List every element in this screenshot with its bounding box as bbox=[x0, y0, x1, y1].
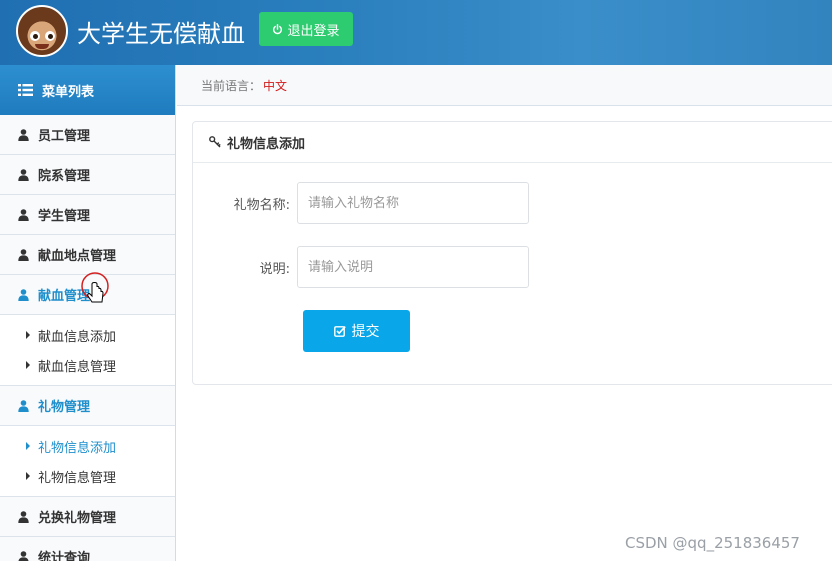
user-icon bbox=[18, 288, 29, 301]
app-title: 大学生无偿献血 bbox=[77, 20, 245, 48]
donation-submenu: 献血信息添加 献血信息管理 bbox=[0, 315, 175, 386]
user-icon bbox=[18, 168, 29, 181]
check-square-icon bbox=[333, 326, 346, 337]
power-icon bbox=[273, 23, 283, 34]
submenu-item-donation-add[interactable]: 献血信息添加 bbox=[0, 320, 175, 350]
sidebar-item-gift[interactable]: 礼物管理 bbox=[0, 386, 175, 426]
sidebar-item-label: 统计查询 bbox=[38, 551, 91, 561]
submenu-item-gift-manage[interactable]: 礼物信息管理 bbox=[0, 461, 175, 491]
sidebar-item-statistics[interactable]: 统计查询 bbox=[0, 537, 175, 561]
caret-right-icon bbox=[26, 442, 30, 450]
sidebar-item-staff[interactable]: 员工管理 bbox=[0, 115, 175, 155]
gift-name-label: 礼物名称: bbox=[233, 197, 290, 213]
sidebar-item-student[interactable]: 学生管理 bbox=[0, 195, 175, 235]
caret-right-icon bbox=[26, 361, 30, 369]
user-icon bbox=[18, 128, 29, 141]
sidebar-item-label: 礼物管理 bbox=[38, 400, 91, 415]
watermark: CSDN @qq_251836457 bbox=[625, 534, 800, 552]
logout-label: 退出登录 bbox=[287, 23, 340, 39]
submenu-item-label: 献血信息管理 bbox=[38, 359, 117, 375]
sidebar-title: 菜单列表 bbox=[42, 84, 95, 100]
sidebar-item-department[interactable]: 院系管理 bbox=[0, 155, 175, 195]
caret-right-icon bbox=[26, 331, 30, 339]
user-icon bbox=[18, 248, 29, 261]
user-icon bbox=[18, 399, 29, 412]
gift-add-panel: 礼物信息添加 礼物名称: 说明: 提交 bbox=[192, 121, 832, 385]
user-icon bbox=[18, 550, 29, 561]
submenu-item-label: 礼物信息添加 bbox=[38, 440, 117, 456]
sidebar-header: 菜单列表 bbox=[0, 65, 175, 115]
user-icon bbox=[18, 510, 29, 523]
description-row: 说明: bbox=[193, 246, 529, 288]
submenu-item-gift-add[interactable]: 礼物信息添加 bbox=[0, 431, 175, 461]
sidebar-item-exchange[interactable]: 兑换礼物管理 bbox=[0, 497, 175, 537]
gift-name-row: 礼物名称: bbox=[193, 182, 529, 224]
current-language: 中文 bbox=[263, 78, 288, 93]
app-header: 大学生无偿献血 退出登录 bbox=[0, 0, 832, 65]
sidebar-item-label: 献血地点管理 bbox=[38, 249, 117, 264]
submit-button[interactable]: 提交 bbox=[303, 310, 410, 352]
description-label: 说明: bbox=[259, 261, 290, 277]
hand-cursor-icon bbox=[81, 272, 109, 303]
sidebar: 菜单列表 员工管理 院系管理 学生管理 献血地点管理 献血管理 献血信息添加 献… bbox=[0, 65, 176, 561]
panel-header: 礼物信息添加 bbox=[193, 122, 832, 163]
list-icon bbox=[18, 84, 33, 96]
description-input[interactable] bbox=[297, 246, 529, 288]
breadcrumb-prefix: 当前语言： bbox=[201, 78, 262, 93]
caret-right-icon bbox=[26, 472, 30, 480]
sidebar-item-label: 兑换礼物管理 bbox=[38, 511, 117, 526]
sidebar-item-donation-site[interactable]: 献血地点管理 bbox=[0, 235, 175, 275]
submit-label: 提交 bbox=[351, 324, 380, 340]
logout-button[interactable]: 退出登录 bbox=[259, 12, 353, 46]
gift-submenu: 礼物信息添加 礼物信息管理 bbox=[0, 426, 175, 497]
sidebar-item-label: 院系管理 bbox=[38, 169, 91, 184]
avatar bbox=[16, 5, 68, 57]
submenu-item-donation-manage[interactable]: 献血信息管理 bbox=[0, 350, 175, 380]
panel-title: 礼物信息添加 bbox=[227, 136, 306, 152]
submenu-item-label: 献血信息添加 bbox=[38, 329, 117, 345]
user-icon bbox=[18, 208, 29, 221]
breadcrumb: 当前语言： 中文 bbox=[177, 65, 832, 106]
gift-name-input[interactable] bbox=[297, 182, 529, 224]
sidebar-item-label: 员工管理 bbox=[38, 129, 91, 144]
sidebar-item-label: 学生管理 bbox=[38, 209, 91, 224]
submenu-item-label: 礼物信息管理 bbox=[38, 470, 117, 486]
key-icon bbox=[209, 136, 221, 148]
